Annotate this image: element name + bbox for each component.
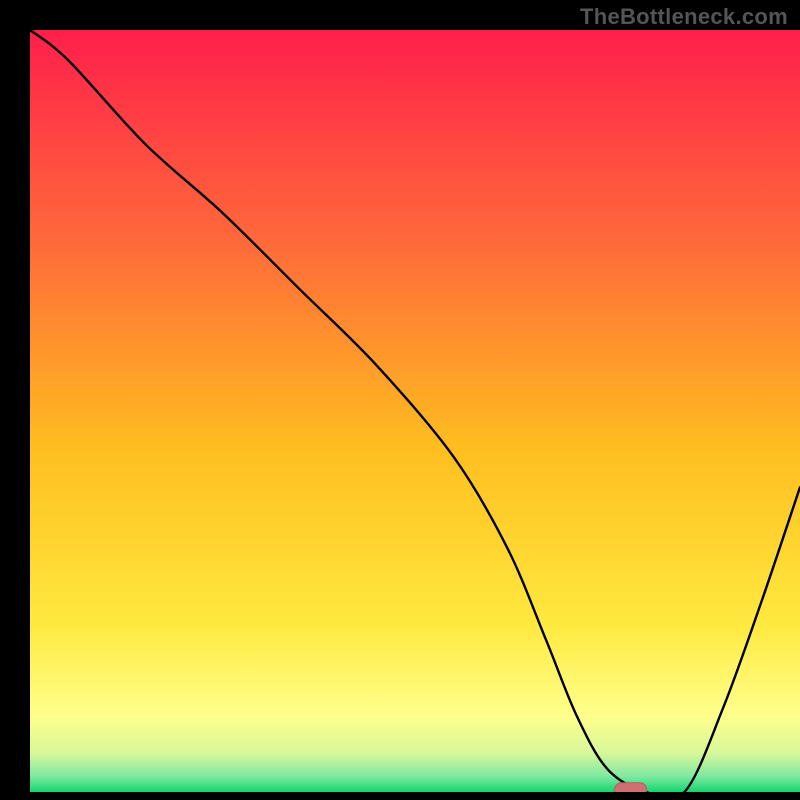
frame-left: [0, 0, 30, 800]
frame-bottom: [0, 792, 800, 800]
chart-svg: [0, 0, 800, 800]
watermark-text: TheBottleneck.com: [580, 4, 788, 30]
chart-container: TheBottleneck.com: [0, 0, 800, 800]
